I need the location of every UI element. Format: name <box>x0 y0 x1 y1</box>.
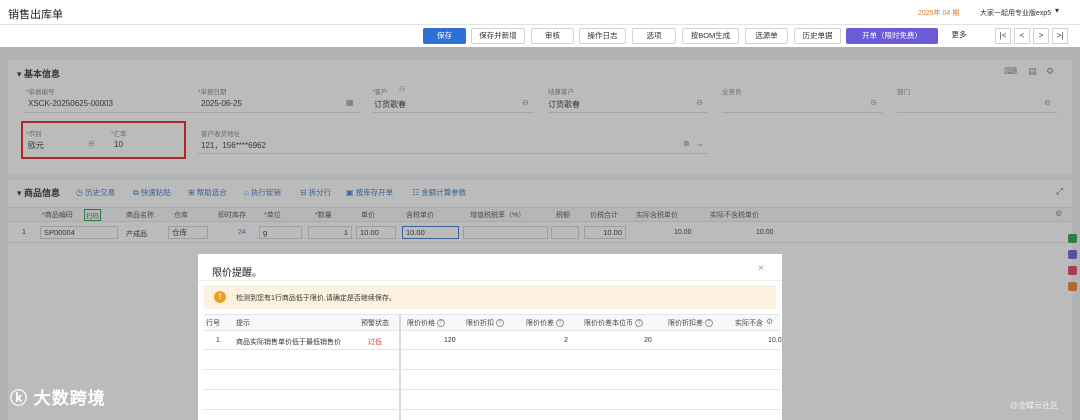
dcell-tip: 商品实际销售单价低于最低销售价 <box>236 339 341 346</box>
price-limit-dialog: 限价提醒。 × ! 检测到您有1行商品低于限价,请确定是否继续保存。 行号 提示… <box>198 254 782 420</box>
operation-log-button[interactable]: 操作日志 <box>579 28 626 44</box>
row-divider <box>204 409 780 410</box>
watermark-logo-icon: ⓚ <box>10 389 28 408</box>
options-button[interactable]: 选项 <box>632 28 676 44</box>
dcell-price: 120 <box>444 337 456 344</box>
warning-message: 检测到您有1行商品低于限价,请确定是否继续保存。 <box>236 295 396 302</box>
prev-record-icon[interactable]: < <box>1014 28 1030 44</box>
dcol-discount: 限价折扣 ? <box>466 318 504 328</box>
dcell-diff-base: 20 <box>644 337 652 344</box>
save-and-new-button[interactable]: 保存并新增 <box>471 28 525 44</box>
watermark-left: ⓚ 大数跨境 <box>10 384 106 409</box>
next-record-icon[interactable]: > <box>1033 28 1049 44</box>
dcol-real: 实际不含 <box>735 320 763 327</box>
dcell-no: 1 <box>216 337 220 344</box>
dcol-status: 预警状态 <box>361 320 389 327</box>
row-divider <box>204 389 780 390</box>
save-button[interactable]: 保存 <box>423 28 466 44</box>
dcol-price-label: 限价价格 <box>407 320 435 327</box>
help-icon[interactable]: ? <box>704 319 713 328</box>
first-record-icon[interactable]: |< <box>995 28 1011 44</box>
dcell-real: 10.0 <box>768 337 782 344</box>
dcell-diff: 2 <box>564 337 568 344</box>
account-selector[interactable]: 大家一起用专业版exp5 <box>980 8 1051 18</box>
row-divider <box>204 369 780 370</box>
dcol-discount-diff-label: 限价折扣差 <box>668 320 703 327</box>
warning-icon: ! <box>214 291 226 303</box>
history-bills-button[interactable]: 历史单据 <box>794 28 841 44</box>
page-title: 销售出库单 <box>8 9 63 21</box>
dcol-price: 限价价格 ? <box>407 318 445 328</box>
watermark-left-text: 大数跨境 <box>33 389 106 408</box>
help-icon[interactable]: ? <box>555 319 564 328</box>
frozen-divider <box>399 314 401 420</box>
dcol-no: 行号 <box>206 320 220 327</box>
select-source-button[interactable]: 选源单 <box>745 28 788 44</box>
more-button[interactable]: 更多 <box>944 28 974 44</box>
approve-button[interactable]: 审核 <box>531 28 574 44</box>
divider <box>198 280 782 281</box>
close-icon[interactable]: × <box>758 263 764 274</box>
watermark-right: @金蝶云社区 <box>1010 401 1059 410</box>
dialog-title: 限价提醒。 <box>212 268 262 279</box>
dcol-diff-base-label: 限价价差本位币 <box>584 320 633 327</box>
gear-icon[interactable]: ⚙ <box>766 317 774 326</box>
last-record-icon[interactable]: >| <box>1052 28 1068 44</box>
dcol-discount-diff: 限价折扣差 ? <box>668 318 713 328</box>
help-icon[interactable]: ? <box>634 319 643 328</box>
dcol-diff: 限价价差 ? <box>526 318 564 328</box>
dcol-diff-label: 限价价差 <box>526 320 554 327</box>
period-label[interactable]: 2025年 04 期 <box>918 8 959 18</box>
help-icon[interactable]: ? <box>495 319 504 328</box>
open-bill-button[interactable]: 开单（限时免费） <box>846 28 938 44</box>
dcol-discount-label: 限价折扣 <box>466 320 494 327</box>
chevron-down-icon[interactable]: ▾ <box>1055 6 1059 15</box>
dialog-table: 行号 提示 预警状态 限价价格 ? 限价折扣 ? 限价价差 ? 限价价差本位币 … <box>204 314 782 420</box>
help-icon[interactable]: ? <box>436 319 445 328</box>
warning-banner: ! 检测到您有1行商品低于限价,请确定是否继续保存。 <box>204 285 776 309</box>
generate-by-bom-button[interactable]: 按BOM生成 <box>682 28 739 44</box>
dcell-status: 过低 <box>368 339 382 346</box>
dcol-tip: 提示 <box>236 320 250 327</box>
dcol-diff-base: 限价价差本位币 ? <box>584 318 643 328</box>
